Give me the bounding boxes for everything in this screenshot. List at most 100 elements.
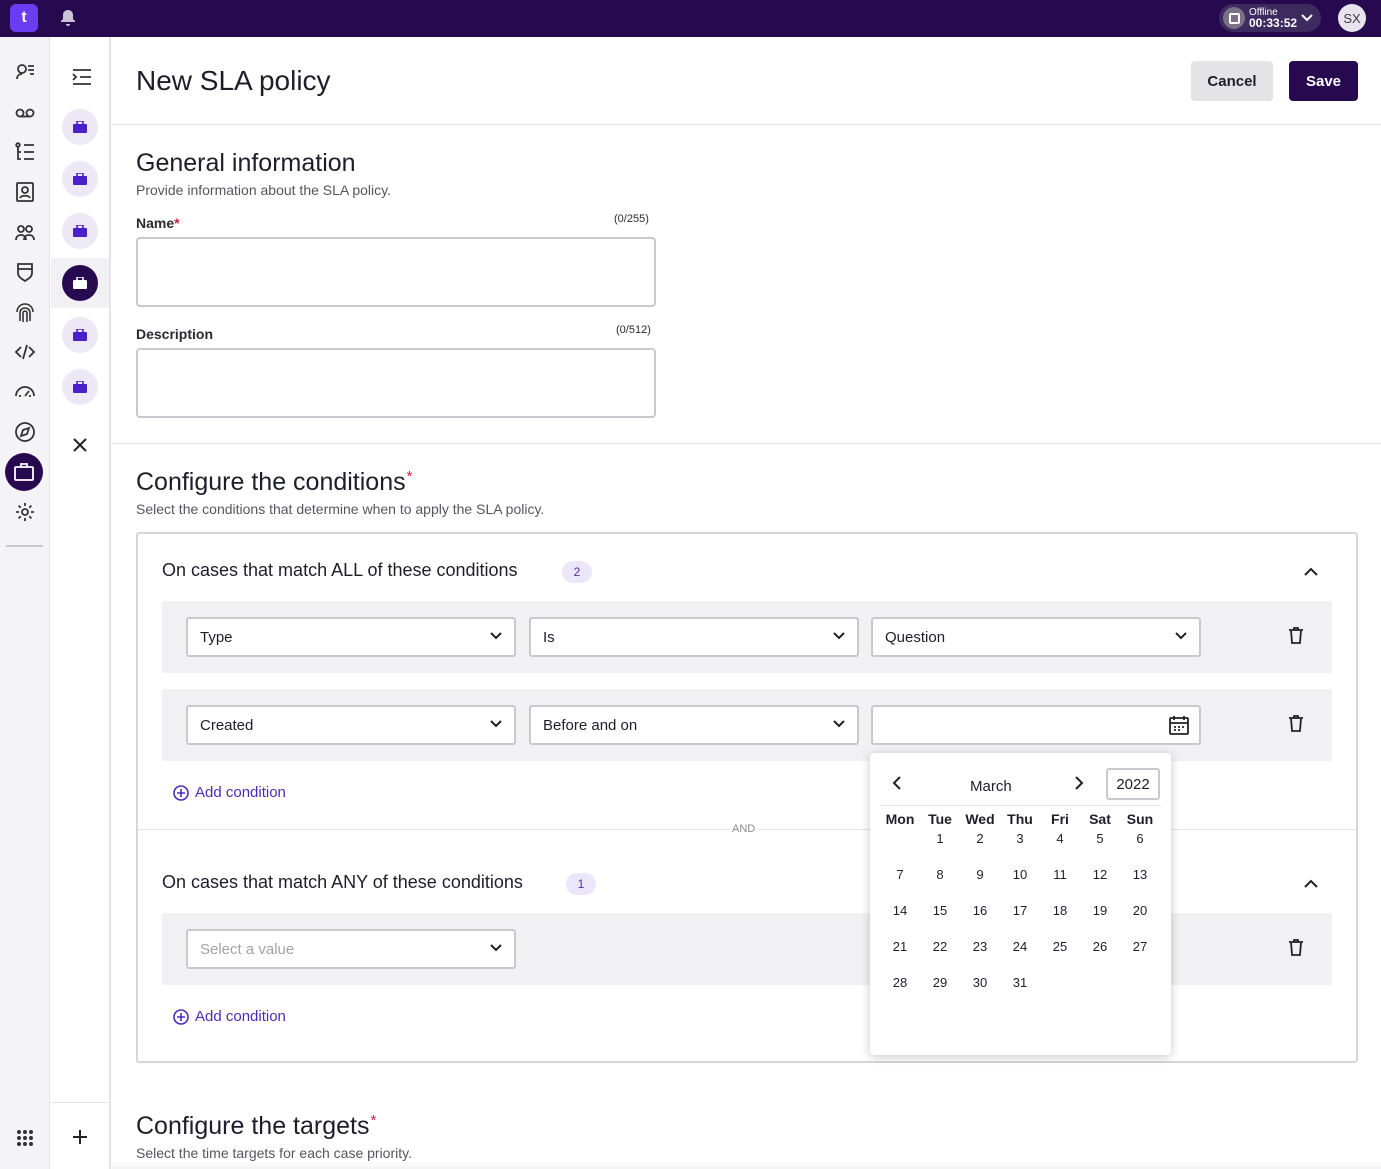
- condition-operator-select[interactable]: Before and on: [529, 705, 859, 745]
- calendar-day[interactable]: 14: [880, 902, 920, 938]
- select-value: Before and on: [543, 716, 638, 734]
- list-icon[interactable]: [13, 140, 37, 164]
- secondary-nav-panel: [51, 37, 111, 1169]
- calendar-day[interactable]: 24: [1000, 938, 1040, 974]
- briefcase-icon[interactable]: [62, 265, 98, 301]
- voicemail-icon[interactable]: [13, 101, 37, 125]
- date-picker-year-input[interactable]: 2022: [1106, 768, 1160, 800]
- calendar-day[interactable]: 30: [960, 974, 1000, 1010]
- contacts-icon[interactable]: [13, 60, 37, 84]
- briefcase-icon[interactable]: [5, 453, 43, 491]
- condition-field-select[interactable]: Type: [186, 617, 516, 657]
- calendar-day[interactable]: 6: [1120, 830, 1160, 866]
- calendar-day[interactable]: 9: [960, 866, 1000, 902]
- condition-operator-select[interactable]: Is: [529, 617, 859, 657]
- gauge-icon[interactable]: [13, 379, 37, 403]
- delete-condition-trash-icon[interactable]: [1289, 939, 1303, 961]
- weekday-header: Sat: [1089, 811, 1111, 827]
- plus-icon[interactable]: [72, 1129, 88, 1150]
- calendar-day[interactable]: 4: [1040, 830, 1080, 866]
- calendar-day[interactable]: 19: [1080, 902, 1120, 938]
- calendar-day[interactable]: 29: [920, 974, 960, 1010]
- briefcase-icon[interactable]: [62, 369, 98, 405]
- calendar-day[interactable]: 18: [1040, 902, 1080, 938]
- calendar-day[interactable]: 12: [1080, 866, 1120, 902]
- description-field[interactable]: [136, 348, 656, 418]
- code-icon[interactable]: [13, 340, 37, 364]
- calendar-day[interactable]: 16: [960, 902, 1000, 938]
- weekday-header: Wed: [965, 811, 995, 827]
- chevron-down-icon: [833, 632, 845, 640]
- calendar-day[interactable]: 7: [880, 866, 920, 902]
- fingerprint-icon[interactable]: [13, 301, 37, 325]
- calendar-day[interactable]: 8: [920, 866, 960, 902]
- calendar-day[interactable]: 2: [960, 830, 1000, 866]
- calendar-icon[interactable]: [1169, 715, 1189, 735]
- all-conditions-count-badge: 2: [562, 561, 592, 583]
- rail-divider: [6, 545, 43, 547]
- date-picker-month: March: [970, 778, 1012, 795]
- calendar-day[interactable]: 22: [920, 938, 960, 974]
- calendar-day[interactable]: 27: [1120, 938, 1160, 974]
- briefcase-icon[interactable]: [62, 161, 98, 197]
- close-icon[interactable]: [73, 438, 87, 457]
- calendar-day[interactable]: 31: [1000, 974, 1040, 1010]
- calendar-day[interactable]: 21: [880, 938, 920, 974]
- and-label: AND: [730, 823, 758, 835]
- plus-circle-icon: [173, 784, 189, 801]
- all-conditions-title: On cases that match ALL of these conditi…: [162, 560, 518, 580]
- briefcase-icon[interactable]: [62, 317, 98, 353]
- app-logo[interactable]: t: [10, 4, 38, 32]
- agent-status-toggle[interactable]: Offline 00:33:52: [1219, 4, 1321, 32]
- chevron-down-icon: [1301, 14, 1313, 22]
- calendar-day[interactable]: 10: [1000, 866, 1040, 902]
- briefcase-icon[interactable]: [62, 109, 98, 145]
- shield-icon[interactable]: [13, 260, 37, 284]
- notifications-bell-icon[interactable]: [58, 8, 78, 28]
- condition-value-select[interactable]: Question: [871, 617, 1201, 657]
- apps-grid-icon[interactable]: [13, 1126, 37, 1150]
- cancel-button[interactable]: Cancel: [1191, 61, 1273, 101]
- calendar-day[interactable]: 25: [1040, 938, 1080, 974]
- calendar-day[interactable]: 23: [960, 938, 1000, 974]
- address-book-icon[interactable]: [13, 180, 37, 204]
- users-icon[interactable]: [13, 221, 37, 245]
- condition-field-select[interactable]: Select a value: [186, 929, 516, 969]
- calendar-day[interactable]: 17: [1000, 902, 1040, 938]
- calendar-day[interactable]: 1: [920, 830, 960, 866]
- calendar-day[interactable]: 15: [920, 902, 960, 938]
- calendar-day[interactable]: 3: [1000, 830, 1040, 866]
- date-picker-divider: [880, 805, 1161, 806]
- condition-field-select[interactable]: Created: [186, 705, 516, 745]
- calendar-day[interactable]: 20: [1120, 902, 1160, 938]
- conditions-container: On cases that match ALL of these conditi…: [136, 532, 1358, 1063]
- add-condition-button[interactable]: Add condition: [173, 1008, 286, 1025]
- delete-condition-trash-icon[interactable]: [1289, 627, 1303, 649]
- compass-icon[interactable]: [13, 420, 37, 444]
- calendar-day[interactable]: 11: [1040, 866, 1080, 902]
- user-avatar[interactable]: SX: [1338, 4, 1366, 32]
- collapse-chevron-up-icon[interactable]: [1304, 876, 1318, 894]
- condition-row: Created Before and on: [162, 689, 1332, 761]
- select-placeholder: Select a value: [200, 940, 295, 958]
- settings-icon[interactable]: [13, 500, 37, 524]
- calendar-day[interactable]: 28: [880, 974, 920, 1010]
- briefcase-icon[interactable]: [62, 213, 98, 249]
- scroll-fade: [112, 1161, 1381, 1169]
- chevron-down-icon: [490, 944, 502, 952]
- add-condition-button[interactable]: Add condition: [173, 784, 286, 801]
- select-value: Created: [200, 716, 254, 734]
- delete-condition-trash-icon[interactable]: [1289, 715, 1303, 737]
- calendar-day[interactable]: 13: [1120, 866, 1160, 902]
- previous-month-chevron-left-icon[interactable]: [892, 776, 902, 795]
- name-field[interactable]: [136, 237, 656, 307]
- calendar-day[interactable]: 26: [1080, 938, 1120, 974]
- next-month-chevron-right-icon[interactable]: [1074, 776, 1084, 795]
- required-asterisk: *: [370, 1112, 377, 1129]
- calendar-day[interactable]: 5: [1080, 830, 1120, 866]
- collapse-chevron-up-icon[interactable]: [1304, 564, 1318, 582]
- date-input[interactable]: [871, 705, 1201, 745]
- menu-collapse-icon[interactable]: [71, 67, 93, 92]
- date-picker-popover: March 2022 Mon Tue Wed Thu Fri Sat Sun 1 2 3 4 5 6 7 8…: [870, 753, 1171, 1055]
- save-button[interactable]: Save: [1289, 61, 1358, 101]
